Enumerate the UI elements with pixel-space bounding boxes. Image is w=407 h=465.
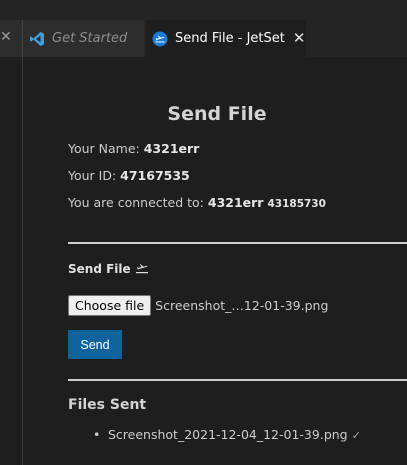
tab-label: Send File - JetSet: [175, 31, 285, 46]
files-sent-heading: Files Sent: [68, 397, 147, 413]
file-picker: Choose file Screenshot_…12-01-39.png: [68, 295, 328, 316]
divider: [68, 242, 407, 244]
your-name-label: Your Name:: [68, 141, 144, 156]
tab-get-started[interactable]: Get Started: [23, 20, 145, 57]
your-name-line: Your Name: 4321err: [68, 141, 199, 156]
your-id-value: 47167535: [120, 168, 190, 183]
connected-line: You are connected to: 4321err 43185730: [68, 195, 326, 210]
editor-tab-bar: ✕ Get Started Send File - JetSet ✕: [0, 0, 407, 57]
close-icon[interactable]: ✕: [0, 29, 12, 45]
send-button[interactable]: Send: [68, 330, 122, 359]
divider: [68, 379, 407, 381]
jetset-logo-icon: [152, 31, 168, 46]
your-id-line: Your ID: 47167535: [68, 168, 190, 183]
webview-content: Send File Your Name: 4321err Your ID: 47…: [68, 57, 407, 465]
tab-send-file[interactable]: Send File - JetSet ✕: [146, 20, 306, 57]
tab-previous-stub[interactable]: ✕: [0, 20, 23, 57]
page-title: Send File: [167, 103, 267, 125]
vscode-logo-icon: [30, 31, 44, 46]
close-icon[interactable]: ✕: [293, 31, 306, 46]
sent-file-name: Screenshot_2021-12-04_12-01-39.png: [108, 427, 348, 442]
connected-id: 43185730: [267, 198, 326, 210]
send-file-heading-label: Send File: [68, 262, 131, 276]
your-name-value: 4321err: [143, 141, 200, 156]
your-id-label: Your ID:: [68, 168, 121, 183]
tab-label: Get Started: [52, 31, 128, 46]
send-file-heading: Send File: [68, 262, 149, 276]
files-sent-list: • Screenshot_2021-12-04_12-01-39.png ✓: [68, 427, 361, 442]
airplane-icon: [135, 264, 148, 274]
editor-group-edge: [0, 57, 23, 465]
selected-file-name: Screenshot_…12-01-39.png: [155, 298, 329, 313]
connected-label: You are connected to:: [68, 195, 208, 210]
checkmark-icon: ✓: [351, 429, 361, 442]
list-item: • Screenshot_2021-12-04_12-01-39.png ✓: [68, 427, 361, 442]
bullet-icon: •: [93, 427, 101, 442]
connected-name: 4321err: [207, 195, 264, 210]
choose-file-button[interactable]: Choose file: [68, 295, 152, 316]
